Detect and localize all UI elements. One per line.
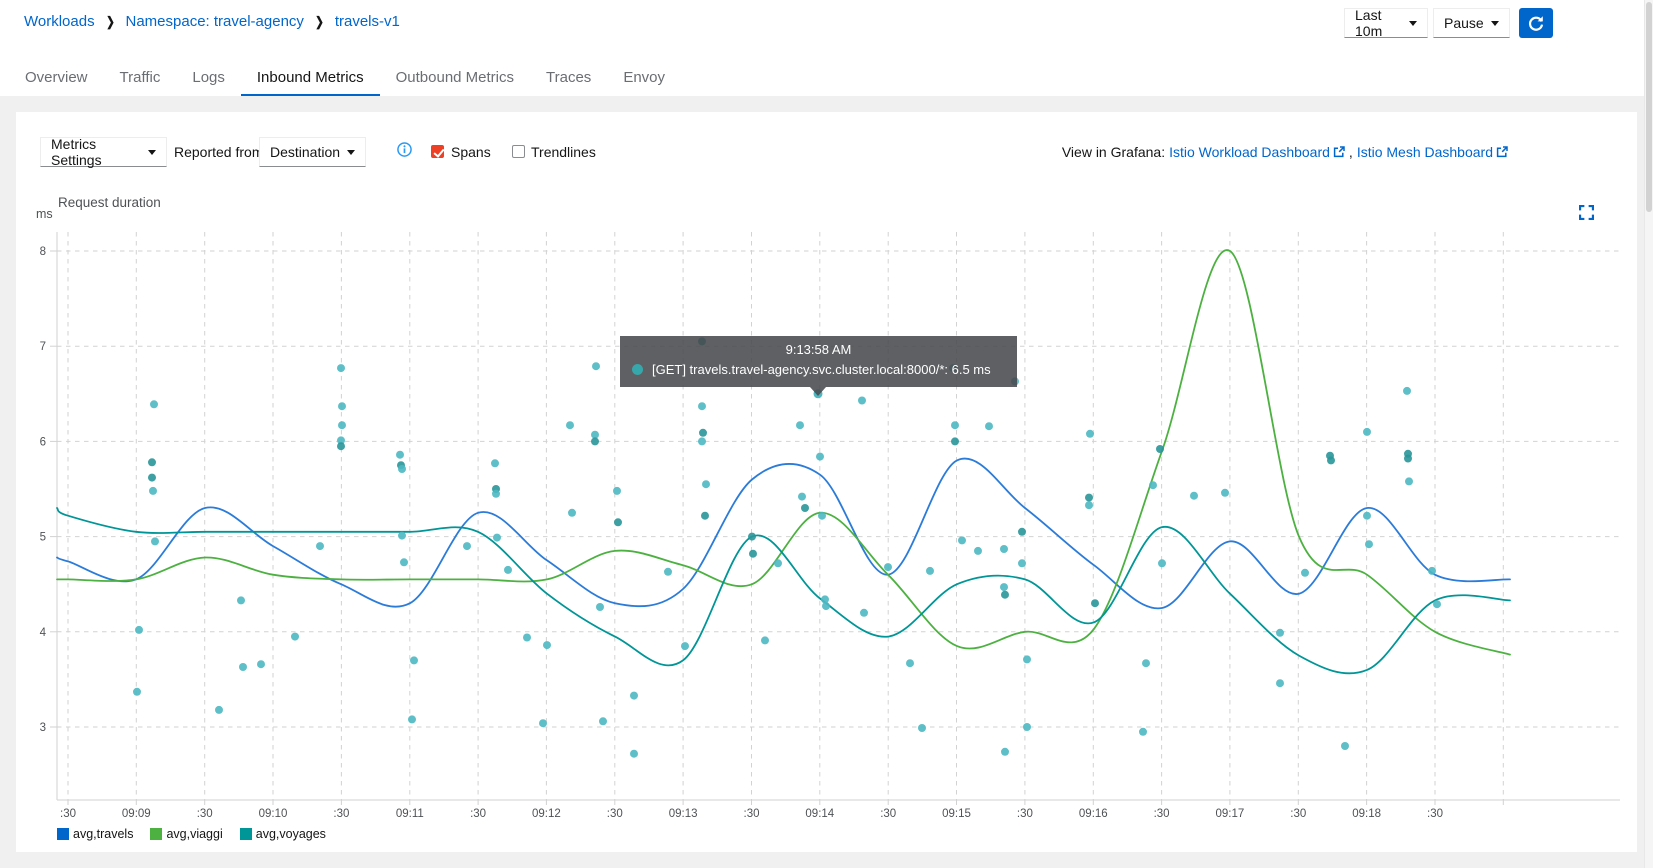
page-scrollbar[interactable] (1644, 0, 1653, 868)
svg-text::30: :30 (197, 808, 213, 820)
svg-text:8: 8 (40, 246, 46, 258)
svg-text:09:15: 09:15 (942, 808, 971, 820)
legend-label: avg,viaggi (166, 827, 222, 841)
svg-text:09:11: 09:11 (396, 808, 424, 820)
svg-text::30: :30 (1154, 808, 1170, 820)
tooltip-time: 9:13:58 AM (620, 342, 1017, 357)
svg-text::30: :30 (470, 808, 486, 820)
svg-text:5: 5 (40, 532, 46, 544)
svg-text:6: 6 (40, 436, 46, 448)
svg-text:4: 4 (40, 627, 47, 639)
svg-text::30: :30 (60, 808, 76, 820)
legend-item-voyages[interactable]: avg,voyages (240, 827, 326, 841)
svg-text::30: :30 (744, 808, 760, 820)
svg-text:09:09: 09:09 (122, 808, 151, 820)
svg-text:09:10: 09:10 (259, 808, 288, 820)
svg-text::30: :30 (1290, 808, 1306, 820)
legend-swatch (150, 828, 162, 840)
chart-tooltip: 9:13:58 AM [GET] travels.travel-agency.s… (620, 336, 1017, 387)
svg-text::30: :30 (333, 808, 349, 820)
legend-swatch (240, 828, 252, 840)
request-duration-chart[interactable]: 8 7 6 5 4 3 :30 09:09 :30 09:10 :30 09:11 :30 09:12 :3… (0, 0, 1653, 868)
legend-label: avg,voyages (256, 827, 326, 841)
tooltip-caret (810, 387, 826, 396)
svg-text:09:13: 09:13 (669, 808, 698, 820)
svg-text::30: :30 (1017, 808, 1033, 820)
legend-swatch (57, 828, 69, 840)
legend-label: avg,travels (73, 827, 133, 841)
span-dot-icon (632, 364, 643, 375)
svg-text:09:17: 09:17 (1216, 808, 1245, 820)
svg-text:7: 7 (40, 341, 46, 353)
svg-text:09:14: 09:14 (805, 808, 834, 820)
chart-legend: avg,travels avg,viaggi avg,voyages (57, 827, 326, 841)
svg-text::30: :30 (880, 808, 896, 820)
svg-text:3: 3 (40, 722, 46, 734)
svg-text:09:12: 09:12 (532, 808, 561, 820)
scrollbar-thumb[interactable] (1646, 2, 1652, 212)
legend-item-viaggi[interactable]: avg,viaggi (150, 827, 222, 841)
svg-text::30: :30 (1427, 808, 1443, 820)
svg-text::30: :30 (607, 808, 623, 820)
svg-text:09:18: 09:18 (1352, 808, 1381, 820)
svg-text:09:16: 09:16 (1079, 808, 1108, 820)
legend-item-travels[interactable]: avg,travels (57, 827, 133, 841)
tooltip-entry: [GET] travels.travel-agency.svc.cluster.… (652, 362, 991, 377)
